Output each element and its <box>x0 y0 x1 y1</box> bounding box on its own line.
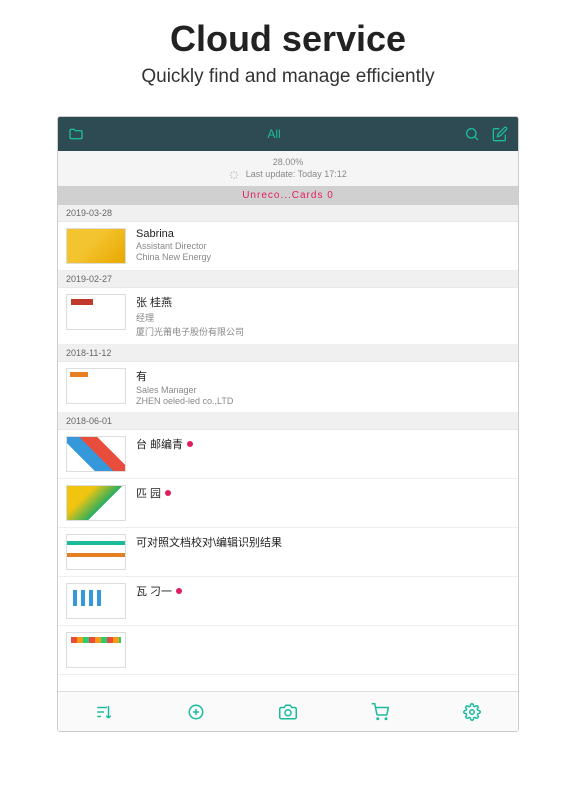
hero-subtitle: Quickly find and manage efficiently <box>0 66 576 88</box>
card-thumbnail <box>66 294 126 330</box>
card-row[interactable]: 可对照文档校对\编辑识别结果 <box>58 528 518 577</box>
hero-title: Cloud service <box>0 18 576 60</box>
tab-camera[interactable] <box>242 692 334 731</box>
card-name: 瓦 刁一 <box>136 583 510 599</box>
date-header: 2018-06-01 <box>58 413 518 430</box>
card-name: 匹 园 <box>136 485 510 501</box>
card-row[interactable]: 瓦 刁一 <box>58 577 518 626</box>
search-icon[interactable] <box>464 126 480 142</box>
topbar: All <box>58 117 518 151</box>
card-company: 厦门光莆电子股份有限公司 <box>136 325 510 338</box>
sync-percent: 28.00% <box>58 157 518 167</box>
card-company: ZHEN oeled-led co.,LTD <box>136 396 510 406</box>
card-row[interactable]: 有Sales ManagerZHEN oeled-led co.,LTD <box>58 362 518 413</box>
tab-bar <box>58 691 518 731</box>
app-frame: All 28.00% Last update: Today 17:12 Unre… <box>57 116 519 732</box>
date-header: 2019-03-28 <box>58 205 518 222</box>
card-thumbnail <box>66 228 126 264</box>
card-name: Sabrina <box>136 228 510 240</box>
card-row[interactable]: 台 邮编青 <box>58 430 518 479</box>
card-info: 瓦 刁一 <box>136 583 510 599</box>
card-thumbnail <box>66 632 126 668</box>
folder-icon[interactable] <box>68 126 84 142</box>
compose-icon[interactable] <box>492 126 508 142</box>
card-title: Sales Manager <box>136 385 510 395</box>
card-row[interactable]: 匹 园 <box>58 479 518 528</box>
card-info: 有Sales ManagerZHEN oeled-led co.,LTD <box>136 368 510 406</box>
card-row[interactable]: 张 桂燕经理厦门光莆电子股份有限公司 <box>58 288 518 345</box>
card-info: 张 桂燕经理厦门光莆电子股份有限公司 <box>136 294 510 338</box>
cards-list[interactable]: 2019-03-28 SabrinaAssistant DirectorChina… <box>58 205 518 691</box>
card-name: 可对照文档校对\编辑识别结果 <box>136 534 510 550</box>
card-company: China New Energy <box>136 252 510 262</box>
topbar-title[interactable]: All <box>267 127 280 141</box>
card-info: 台 邮编青 <box>136 436 510 452</box>
tab-sort[interactable] <box>58 692 150 731</box>
sync-last-update: Last update: Today 17:12 <box>58 169 518 180</box>
sync-status: 28.00% Last update: Today 17:12 <box>58 151 518 186</box>
card-info: 匹 园 <box>136 485 510 501</box>
tab-add[interactable] <box>150 692 242 731</box>
card-thumbnail <box>66 368 126 404</box>
tab-cart[interactable] <box>334 692 426 731</box>
flag-dot-icon <box>165 490 171 496</box>
card-title: Assistant Director <box>136 241 510 251</box>
card-thumbnail <box>66 534 126 570</box>
card-thumbnail <box>66 485 126 521</box>
unrecognized-banner[interactable]: Unreco...Cards 0 <box>58 186 518 205</box>
date-header: 2019-02-27 <box>58 271 518 288</box>
flag-dot-icon <box>176 588 182 594</box>
card-row[interactable] <box>58 626 518 675</box>
card-thumbnail <box>66 583 126 619</box>
card-name: 有 <box>136 368 510 384</box>
date-header: 2018-11-12 <box>58 345 518 362</box>
spinner-icon <box>229 170 239 180</box>
card-thumbnail <box>66 436 126 472</box>
card-info: SabrinaAssistant DirectorChina New Energ… <box>136 228 510 262</box>
card-row[interactable]: SabrinaAssistant DirectorChina New Energ… <box>58 222 518 271</box>
card-name: 台 邮编青 <box>136 436 510 452</box>
card-name: 张 桂燕 <box>136 294 510 310</box>
card-title: 经理 <box>136 311 510 324</box>
card-info: 可对照文档校对\编辑识别结果 <box>136 534 510 550</box>
tab-settings[interactable] <box>426 692 518 731</box>
flag-dot-icon <box>187 441 193 447</box>
